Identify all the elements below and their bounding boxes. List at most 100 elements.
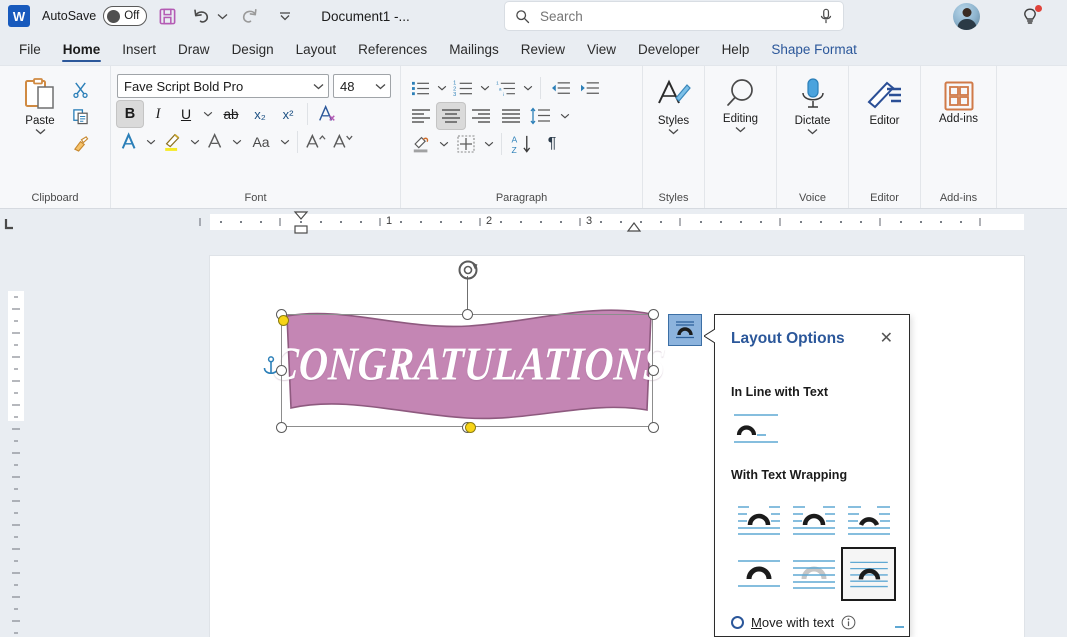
bullets-button[interactable] <box>407 76 433 100</box>
strikethrough-button[interactable]: ab <box>217 101 245 127</box>
info-icon[interactable] <box>841 615 856 630</box>
multilevel-list-button[interactable]: 1 a i <box>493 76 519 100</box>
grow-font-button[interactable] <box>303 129 329 155</box>
styles-button[interactable]: Styles <box>649 72 698 135</box>
borders-button[interactable] <box>452 131 480 157</box>
editing-button[interactable]: Editing <box>715 72 767 133</box>
layout-options-button[interactable] <box>668 314 702 346</box>
text-effects-button[interactable] <box>117 129 143 155</box>
copy-button[interactable] <box>68 104 92 128</box>
indent-markers[interactable] <box>290 209 316 235</box>
customize-quick-access-button[interactable] <box>271 2 299 30</box>
shading-button[interactable] <box>407 131 435 157</box>
horizontal-ruler[interactable]: 1 2 3 <box>0 209 1067 235</box>
change-case-dropdown[interactable] <box>278 130 292 154</box>
avatar[interactable] <box>953 3 980 30</box>
undo-dropdown[interactable] <box>216 2 229 30</box>
radio-move-with-text[interactable] <box>731 616 744 629</box>
resize-handle-middle-right[interactable] <box>648 365 659 376</box>
tab-developer[interactable]: Developer <box>627 38 711 65</box>
superscript-button[interactable]: x² <box>275 101 301 127</box>
resize-handle-bottom-right[interactable] <box>648 422 659 433</box>
align-center-button[interactable] <box>437 103 465 129</box>
chevron-down-icon[interactable] <box>735 126 746 133</box>
text-effects-dropdown[interactable] <box>144 130 158 154</box>
vertical-ruler[interactable] <box>8 235 24 637</box>
tab-view[interactable]: View <box>576 38 627 65</box>
shape-adjust-handle-top[interactable] <box>278 315 289 326</box>
text-highlight-button[interactable] <box>159 129 187 155</box>
increase-indent-button[interactable] <box>575 76 603 100</box>
borders-dropdown[interactable] <box>481 132 496 156</box>
tab-home[interactable]: Home <box>52 38 112 65</box>
align-right-button[interactable] <box>467 103 495 129</box>
show-formatting-marks-button[interactable]: ¶ <box>538 131 566 157</box>
bullets-dropdown[interactable] <box>434 76 449 100</box>
text-highlight-dropdown[interactable] <box>188 130 202 154</box>
move-with-text-radio-row[interactable]: Move with text <box>715 615 909 630</box>
tab-help[interactable]: Help <box>711 38 761 65</box>
editor-button[interactable]: Editor <box>859 72 911 127</box>
paste-button[interactable]: Paste <box>14 72 66 135</box>
wrap-square-option[interactable] <box>731 493 786 547</box>
font-name-combo[interactable]: Fave Script Bold Pro <box>117 74 329 98</box>
cut-button[interactable] <box>68 77 92 101</box>
tab-draw[interactable]: Draw <box>167 38 221 65</box>
tab-insert[interactable]: Insert <box>111 38 167 65</box>
multilevel-list-dropdown[interactable] <box>520 76 535 100</box>
chevron-down-icon[interactable] <box>35 128 46 135</box>
save-button[interactable] <box>153 2 181 30</box>
close-icon[interactable]: ✕ <box>876 329 897 349</box>
tab-references[interactable]: References <box>347 38 438 65</box>
chevron-down-icon[interactable] <box>668 128 679 135</box>
align-left-button[interactable] <box>407 103 435 129</box>
wrap-tight-option[interactable] <box>786 493 841 547</box>
panel-scroll-indicator[interactable] <box>895 623 904 632</box>
change-case-button[interactable]: Aa <box>245 129 277 155</box>
resize-handle-middle-left[interactable] <box>276 365 287 376</box>
wrap-through-option[interactable] <box>841 493 896 547</box>
tab-design[interactable]: Design <box>221 38 285 65</box>
resize-handle-top-center[interactable] <box>462 309 473 320</box>
search-input[interactable] <box>540 9 809 24</box>
font-size-combo[interactable]: 48 <box>333 74 391 98</box>
tab-layout[interactable]: Layout <box>285 38 348 65</box>
decrease-indent-button[interactable] <box>546 76 574 100</box>
underline-dropdown[interactable] <box>201 102 215 126</box>
sort-button[interactable]: A Z <box>507 131 537 157</box>
help-button[interactable] <box>1018 5 1042 29</box>
tab-file[interactable]: File <box>8 38 52 65</box>
resize-handle-top-right[interactable] <box>648 309 659 320</box>
chevron-down-icon[interactable] <box>807 128 818 135</box>
format-painter-button[interactable] <box>68 131 92 155</box>
shrink-font-button[interactable] <box>330 129 356 155</box>
wrap-inline-with-text-option[interactable] <box>733 411 909 450</box>
italic-button[interactable]: I <box>145 101 171 127</box>
rotate-handle[interactable] <box>455 257 481 283</box>
justify-button[interactable] <box>497 103 525 129</box>
resize-handle-bottom-left[interactable] <box>276 422 287 433</box>
font-color-dropdown[interactable] <box>230 130 244 154</box>
tab-mailings[interactable]: Mailings <box>438 38 510 65</box>
line-spacing-button[interactable] <box>527 103 555 129</box>
line-spacing-dropdown[interactable] <box>557 104 572 128</box>
dictate-button[interactable]: Dictate <box>787 72 839 135</box>
numbering-dropdown[interactable] <box>477 76 492 100</box>
underline-button[interactable]: U <box>173 101 199 127</box>
bold-button[interactable]: B <box>117 101 143 127</box>
wrap-top-and-bottom-option[interactable] <box>731 547 786 601</box>
numbering-button[interactable]: 1 2 3 <box>450 76 476 100</box>
addins-button[interactable]: Add-ins <box>930 72 988 125</box>
shading-dropdown[interactable] <box>436 132 451 156</box>
wrap-in-front-of-text-option[interactable] <box>841 547 896 601</box>
subscript-button[interactable]: x₂ <box>247 101 273 127</box>
undo-button[interactable] <box>187 2 215 30</box>
tab-review[interactable]: Review <box>510 38 576 65</box>
search-box[interactable] <box>505 2 843 30</box>
autosave-toggle[interactable]: Off <box>103 6 147 26</box>
clear-formatting-button[interactable] <box>314 101 340 127</box>
shape-adjust-handle-bottom[interactable] <box>465 422 476 433</box>
redo-button[interactable] <box>235 2 263 30</box>
wrap-behind-text-option[interactable] <box>786 547 841 601</box>
tab-shape-format[interactable]: Shape Format <box>760 38 868 65</box>
